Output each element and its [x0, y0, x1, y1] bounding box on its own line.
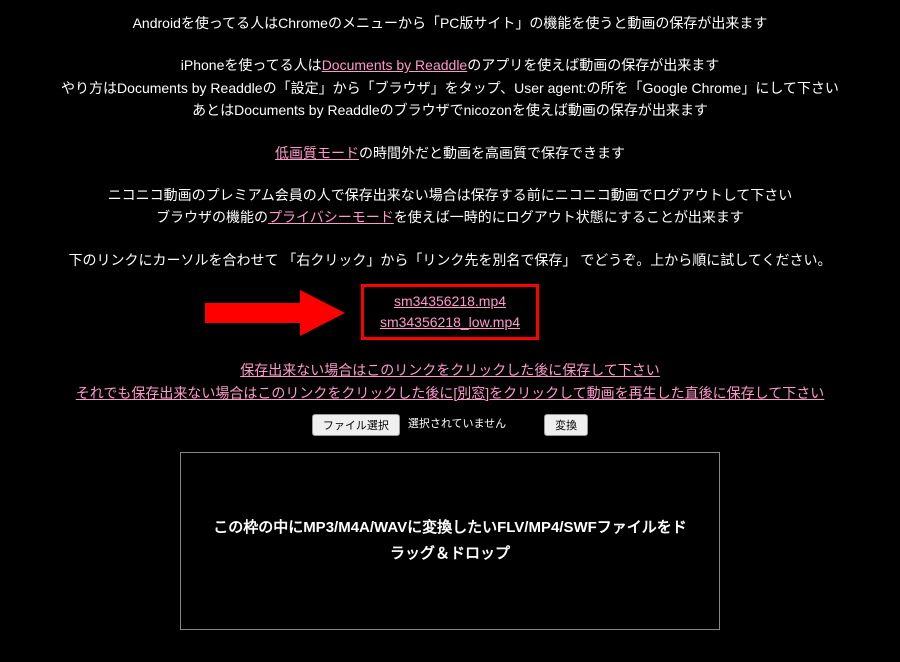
premium-line2-after: を使えば一時的にログアウト状態にすることが出来ます — [394, 209, 744, 225]
privacy-mode-link[interactable]: プライバシーモード — [268, 209, 394, 225]
dropzone-text: この枠の中にMP3/M4A/WAVに変換したいFLV/MP4/SWFファイルをド… — [211, 515, 689, 566]
convert-button[interactable]: 変換 — [544, 414, 588, 436]
dropzone[interactable]: この枠の中にMP3/M4A/WAVに変換したいFLV/MP4/SWFファイルをド… — [180, 452, 720, 630]
fallback-link-1[interactable]: 保存出来ない場合はこのリンクをクリックした後に保存して下さい — [240, 362, 660, 378]
premium-line2-before: ブラウザの機能の — [156, 209, 268, 225]
fallback-block: 保存出来ない場合はこのリンクをクリックした後に保存して下さい それでも保存出来な… — [0, 359, 900, 404]
documents-by-readdle-link[interactable]: Documents by Readdle — [322, 57, 468, 73]
download-link-hq[interactable]: sm34356218.mp4 — [380, 291, 520, 312]
arrow-right-icon — [200, 288, 350, 338]
low-quality-mode-link[interactable]: 低画質モード — [275, 145, 359, 161]
premium-line1: ニコニコ動画のプレミアム会員の人で保存出来ない場合は保存する前にニコニコ動画でロ… — [0, 184, 900, 206]
readdle-then: あとはDocuments by Readdleのブラウザでnicozonを使えば… — [0, 99, 900, 121]
iphone-instruction-block: iPhoneを使ってる人はDocuments by Readdleのアプリを使え… — [0, 54, 900, 121]
save-instruction: 下のリンクにカーソルを合わせて 「右クリック」から「リンク先を別名で保存」 でど… — [0, 249, 900, 271]
file-convert-row: ファイル選択 選択されていません 変換 — [0, 414, 900, 436]
file-status-label: 選択されていません — [408, 416, 506, 434]
download-link-low[interactable]: sm34356218_low.mp4 — [380, 312, 520, 333]
download-block: sm34356218.mp4 sm34356218_low.mp4 — [0, 283, 900, 341]
quality-after: の時間外だと動画を高画質で保存できます — [359, 145, 625, 161]
readdle-howto: やり方はDocuments by Readdleの「設定」から「ブラウザ」をタッ… — [0, 77, 900, 99]
premium-block: ニコニコ動画のプレミアム会員の人で保存出来ない場合は保存する前にニコニコ動画でロ… — [0, 184, 900, 229]
quality-block: 低画質モードの時間外だと動画を高画質で保存できます — [0, 142, 900, 164]
download-links-box: sm34356218.mp4 sm34356218_low.mp4 — [361, 284, 539, 340]
file-choose-button[interactable]: ファイル選択 — [312, 414, 400, 436]
fallback-link-2[interactable]: それでも保存出来ない場合はこのリンクをクリックした後に[別窓]をクリックして動画… — [76, 385, 825, 401]
iphone-text-after: のアプリを使えば動画の保存が出来ます — [467, 57, 719, 73]
android-instruction: Androidを使ってる人はChromeのメニューから「PC版サイト」の機能を使… — [0, 12, 900, 34]
iphone-text-before: iPhoneを使ってる人は — [181, 57, 322, 73]
